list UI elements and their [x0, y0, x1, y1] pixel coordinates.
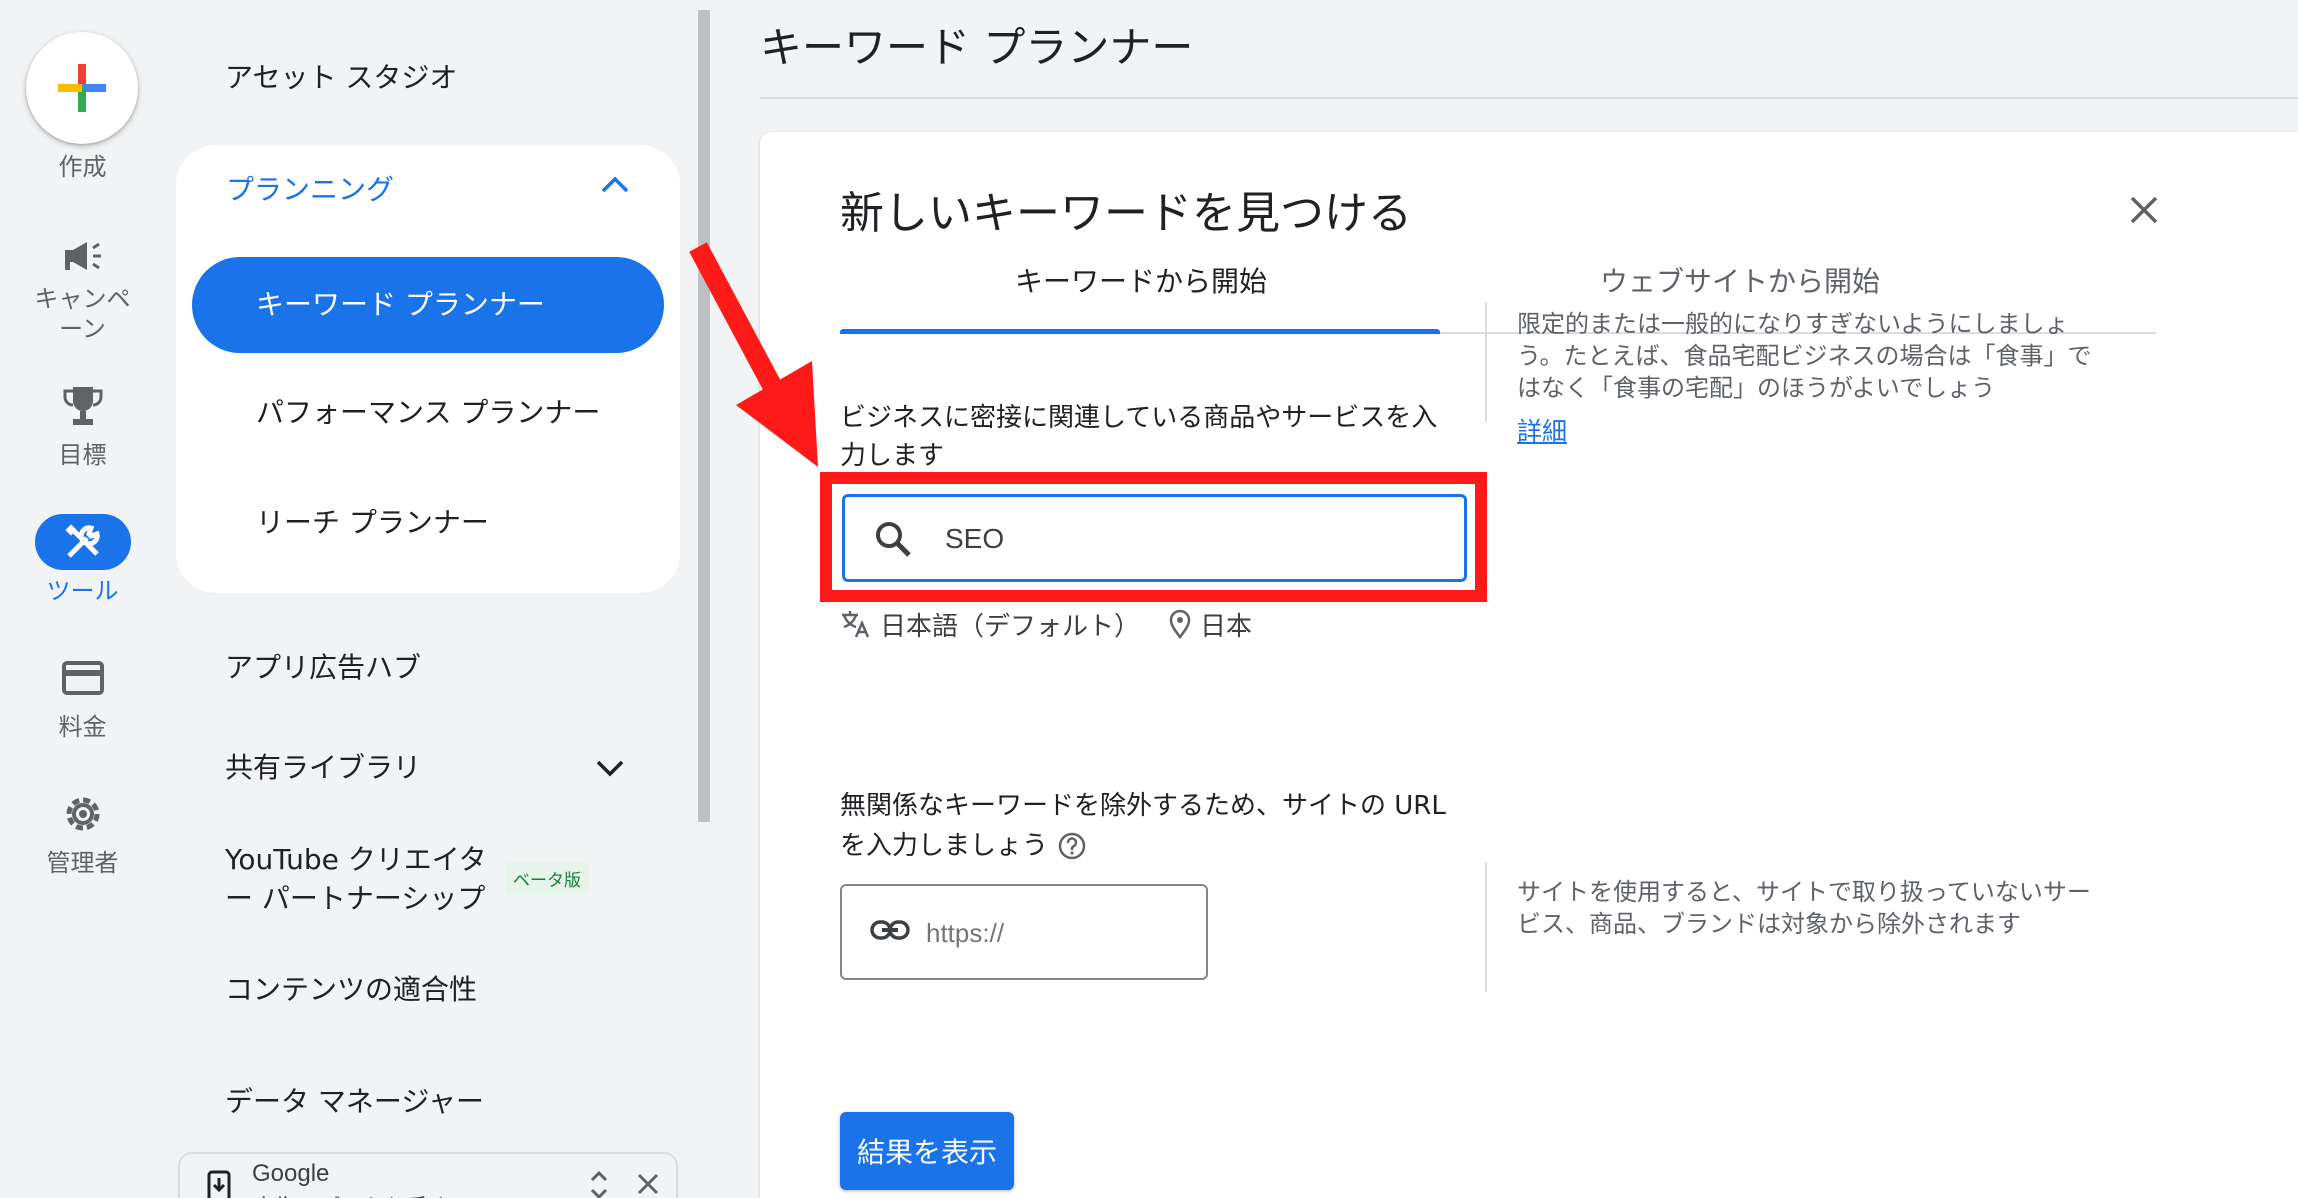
language-setting[interactable]: 日本語（デフォルト） [840, 606, 1140, 643]
link-icon [870, 920, 910, 940]
close-icon[interactable] [636, 1172, 660, 1196]
nav-youtube-line1[interactable]: YouTube クリエイタ [225, 840, 487, 880]
site-url-field[interactable] [840, 884, 1208, 980]
page-title: キーワード プランナー [760, 23, 1194, 72]
phone-download-icon [207, 1170, 231, 1198]
credit-card-icon [61, 661, 104, 695]
url-field-label-line2-wrap: を入力しましょう [840, 826, 1480, 866]
rail-label: 目標 [58, 441, 107, 469]
rail-item-campaigns[interactable]: キャンペーン [0, 228, 165, 344]
beta-badge: ベータ版 [505, 862, 589, 895]
nav-reach-planner[interactable]: リーチ プランナー [256, 503, 489, 543]
site-url-input[interactable] [926, 910, 1186, 956]
url-field-label-line1: 無関係なキーワードを除外するため、サイトの URL [840, 791, 1446, 821]
hint-divider [1485, 302, 1487, 422]
hint-line: ビス、商品、ブランドは対象から除外されます [1517, 910, 2021, 938]
active-tab-indicator [840, 329, 1440, 334]
create-label-wrap: 作成 [0, 146, 165, 182]
keyword-field-label-line1: ビジネスに密接に関連している商品やサービスを入 [840, 403, 1438, 433]
close-icon [2130, 196, 2158, 224]
nav-data-manager[interactable]: データ マネージャー [225, 1082, 484, 1122]
annotation-arrow [689, 242, 818, 467]
find-keywords-dialog: 新しいキーワードを見つける キーワードから開始 ウェブサイトから開始 ビジネスに… [760, 132, 2298, 1198]
hint-divider [1485, 862, 1487, 992]
nav-content-suitability[interactable]: コンテンツの適合性 [225, 970, 477, 1010]
hint-line: はなく「食事の宅配」のほうがよいでしょう [1517, 374, 1996, 402]
title-divider [760, 97, 2298, 99]
tab-start-with-website[interactable]: ウェブサイトから開始 [1600, 262, 1880, 302]
hint-line: 限定的または一般的になりすぎないようにしましょ [1517, 310, 2069, 338]
language-label: 日本語（デフォルト） [880, 611, 1141, 642]
keyword-field-label-line2: 力します [840, 441, 945, 471]
show-results-button[interactable]: 結果を表示 [840, 1112, 1014, 1190]
rail-label: 料金 [58, 713, 107, 741]
help-icon[interactable] [1058, 832, 1086, 860]
rail-label: キャンペーン [34, 285, 131, 343]
nav-rail: 作成 キャンペーン 目標 ツール 料金 管理者 [0, 0, 165, 1198]
location-setting[interactable]: 日本 [1168, 606, 1252, 643]
rail-item-goals[interactable]: 目標 [0, 378, 165, 470]
nav-performance-planner[interactable]: パフォーマンス プランナー [256, 393, 600, 433]
keyword-input[interactable] [945, 515, 1425, 563]
keyword-search-field[interactable] [842, 494, 1467, 582]
tools-icon [64, 524, 100, 558]
gear-icon [66, 797, 99, 831]
nav-asset-studio[interactable]: アセット スタジオ [225, 58, 457, 98]
location-label: 日本 [1200, 611, 1253, 642]
rail-item-admin[interactable]: 管理者 [0, 786, 165, 878]
trophy-icon [63, 387, 102, 425]
chevron-up-icon[interactable] [600, 175, 630, 195]
dialog-close-button[interactable] [2120, 186, 2168, 234]
planning-group: プランニング キーワード プランナー パフォーマンス プランナー リーチ プラン… [176, 145, 680, 593]
nav-youtube-line2[interactable]: ー パートナーシップ [225, 879, 485, 919]
keyword-hint: 限定的または一般的になりすぎないようにしましょ う。たとえば、食品宅配ビジネスの… [1517, 308, 2137, 404]
url-hint: サイトを使用すると、サイトで取り扱っていないサー ビス、商品、ブランドは対象から… [1517, 876, 2137, 940]
download-bar-title: Google [252, 1160, 330, 1187]
create-button[interactable] [26, 32, 138, 144]
rail-item-tools[interactable]: ツール [0, 514, 165, 606]
megaphone-icon [64, 242, 101, 270]
learn-more-link[interactable]: 詳細 [1517, 416, 1567, 448]
chevron-down-icon[interactable] [595, 758, 625, 778]
url-field-label-line2: を入力しましょう [840, 831, 1049, 861]
download-app-bar[interactable]: Google 広告アプリを入手する [178, 1152, 678, 1198]
dialog-title: 新しいキーワードを見つける [840, 188, 1412, 239]
expand-collapse-icon[interactable] [588, 1170, 610, 1198]
nav-keyword-planner[interactable]: キーワード プランナー [192, 257, 664, 353]
targeting-row: 日本語（デフォルト） 日本 [840, 604, 1280, 644]
search-icon [876, 522, 911, 557]
rail-label: ツール [46, 577, 119, 605]
rail-label: 管理者 [46, 849, 119, 877]
hint-line: サイトを使用すると、サイトで取り扱っていないサー [1517, 878, 2091, 906]
download-bar-subtitle: 広告アプリを入手する [252, 1190, 472, 1198]
create-label: 作成 [58, 153, 107, 181]
planning-header[interactable]: プランニング [226, 170, 394, 210]
translate-icon [842, 611, 870, 638]
tab-start-with-keywords[interactable]: キーワードから開始 [1015, 262, 1267, 302]
nav-shared-library[interactable]: 共有ライブラリ [225, 748, 421, 788]
nav-app-ad-hub[interactable]: アプリ広告ハブ [225, 648, 421, 688]
location-pin-icon [1169, 609, 1191, 639]
plus-icon [58, 64, 106, 112]
hint-line: う。たとえば、食品宅配ビジネスの場合は「食事」で [1517, 342, 2092, 370]
rail-item-billing[interactable]: 料金 [0, 650, 165, 742]
